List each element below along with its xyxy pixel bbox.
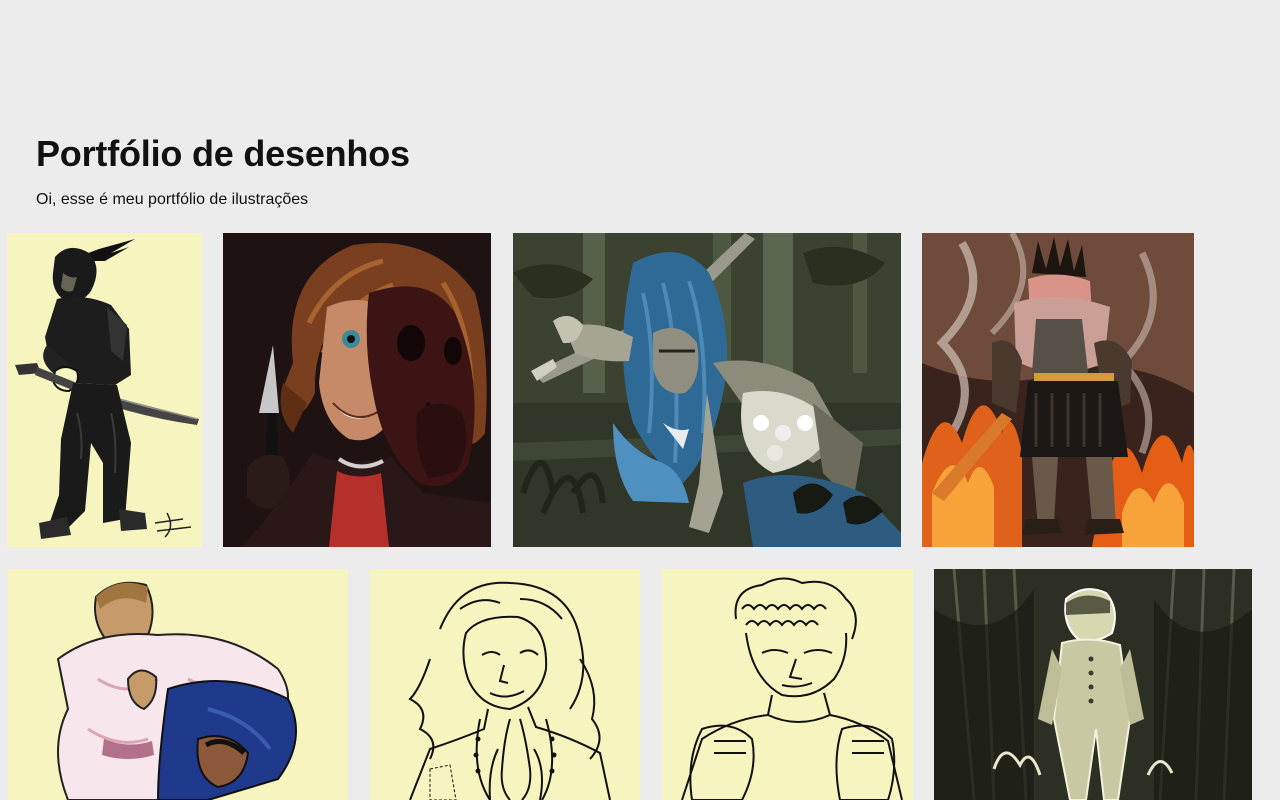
knight-illustration bbox=[513, 233, 901, 547]
gallery-item-crowned-warrior[interactable] bbox=[922, 233, 1194, 547]
page-subtitle: Oi, esse é meu portfólio de ilustrações bbox=[36, 191, 309, 208]
gallery-item-praying-woman[interactable] bbox=[370, 569, 640, 800]
boxer-illustration bbox=[662, 569, 913, 800]
gallery-item-grapplers[interactable] bbox=[8, 569, 348, 800]
gallery-item-samurai[interactable] bbox=[7, 233, 202, 547]
gallery-item-shadow-boy[interactable] bbox=[934, 569, 1252, 800]
samurai-illustration bbox=[7, 233, 202, 547]
gallery-item-knight[interactable] bbox=[513, 233, 901, 547]
portfolio-page: Portfólio de desenhos Oi, esse é meu por… bbox=[0, 0, 1280, 800]
praying-woman-illustration bbox=[370, 569, 640, 800]
shadow-boy-illustration bbox=[934, 569, 1252, 800]
page-header: Portfólio de desenhos Oi, esse é meu por… bbox=[36, 132, 936, 210]
crowned-warrior-illustration bbox=[922, 233, 1194, 547]
page-title: Portfólio de desenhos bbox=[36, 133, 410, 174]
grapplers-illustration bbox=[8, 569, 348, 800]
gallery-item-boxer[interactable] bbox=[662, 569, 913, 800]
masked-woman-illustration bbox=[223, 233, 491, 547]
gallery-item-masked-woman[interactable] bbox=[223, 233, 491, 547]
